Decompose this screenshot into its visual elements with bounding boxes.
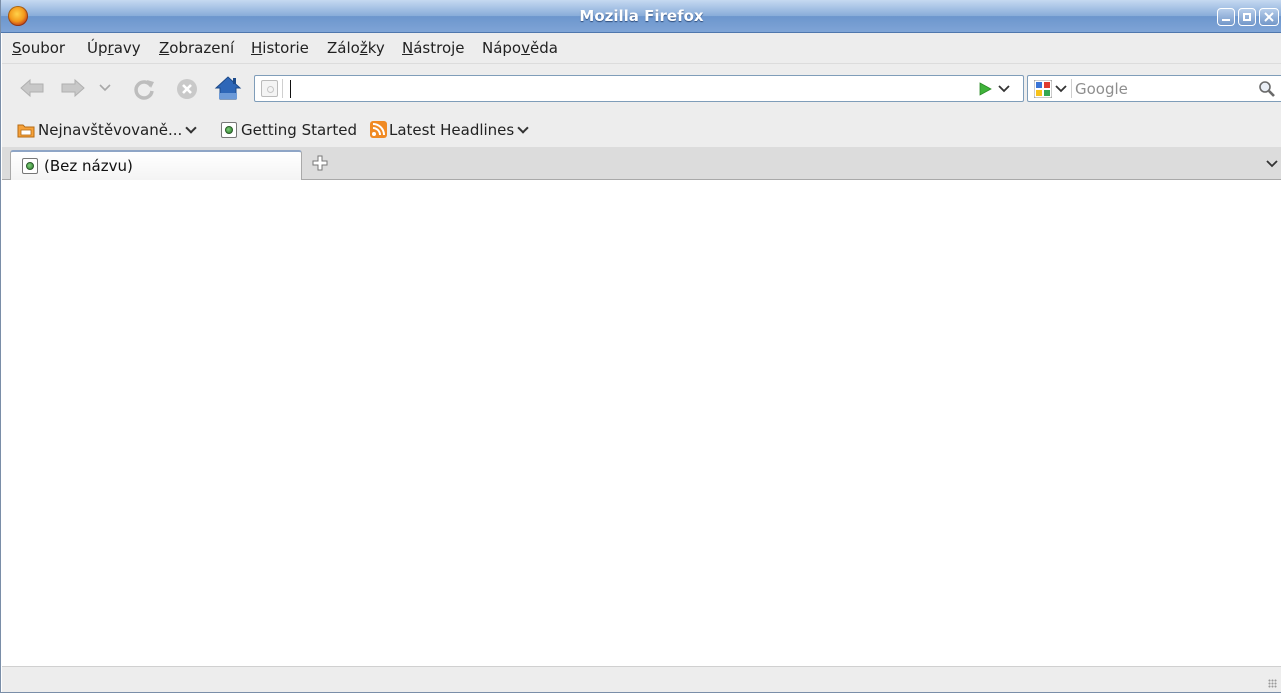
maximize-button[interactable] bbox=[1238, 8, 1256, 26]
page-icon bbox=[221, 122, 237, 138]
tab-bez-nazvu[interactable]: (Bez názvu) bbox=[10, 150, 302, 180]
search-icon[interactable] bbox=[1258, 80, 1276, 98]
tab-label: (Bez názvu) bbox=[44, 157, 133, 175]
close-button[interactable] bbox=[1259, 8, 1279, 26]
menu-soubor[interactable]: Soubor bbox=[12, 33, 65, 64]
stop-icon[interactable] bbox=[175, 77, 199, 101]
history-dropdown-icon[interactable] bbox=[99, 84, 111, 92]
search-separator bbox=[1071, 79, 1072, 98]
home-icon[interactable] bbox=[214, 75, 242, 101]
menu-upravy[interactable]: Úpravy bbox=[87, 33, 141, 64]
minimize-button[interactable] bbox=[1217, 8, 1235, 26]
menu-zobrazeni[interactable]: Zobrazení bbox=[159, 33, 234, 64]
all-tabs-dropdown-icon[interactable] bbox=[1266, 160, 1278, 168]
url-separator bbox=[282, 79, 283, 98]
chevron-down-icon bbox=[185, 122, 197, 134]
bookmark-most-visited[interactable]: Nejnavštěvovaně... bbox=[17, 113, 197, 147]
status-bar bbox=[2, 666, 1281, 692]
rss-icon bbox=[370, 121, 387, 138]
search-engine-dropdown-icon[interactable] bbox=[1055, 85, 1067, 93]
back-icon[interactable] bbox=[19, 78, 45, 98]
forward-icon[interactable] bbox=[60, 78, 86, 98]
search-engine-icon[interactable] bbox=[1034, 80, 1052, 98]
smart-folder-icon bbox=[17, 124, 35, 138]
minimize-icon bbox=[1222, 19, 1230, 21]
title-bar[interactable]: Mozilla Firefox bbox=[1, 0, 1281, 33]
bookmark-getting-started[interactable]: Getting Started bbox=[221, 113, 357, 147]
url-bar[interactable] bbox=[254, 75, 1024, 102]
reload-icon[interactable] bbox=[132, 77, 156, 101]
go-icon[interactable] bbox=[978, 82, 992, 96]
tab-page-icon bbox=[22, 158, 38, 174]
menu-napoveda[interactable]: Nápověda bbox=[482, 33, 558, 64]
menu-historie[interactable]: Historie bbox=[251, 33, 309, 64]
tab-strip: (Bez názvu) bbox=[2, 147, 1281, 180]
page-content[interactable] bbox=[2, 180, 1281, 666]
url-dropdown-icon[interactable] bbox=[998, 85, 1010, 93]
navigation-toolbar bbox=[2, 64, 1281, 113]
search-bar[interactable] bbox=[1027, 75, 1281, 102]
browser-window: Mozilla Firefox Soubor Úpravy Zobrazení … bbox=[0, 0, 1281, 693]
text-caret bbox=[290, 80, 291, 98]
url-input[interactable] bbox=[287, 77, 967, 100]
chevron-down-icon bbox=[517, 122, 529, 134]
bookmarks-toolbar: Nejnavštěvovaně... Getting Started Lates… bbox=[2, 113, 1281, 147]
maximize-icon bbox=[1243, 13, 1251, 21]
menu-nastroje[interactable]: Nástroje bbox=[402, 33, 465, 64]
new-tab-icon[interactable] bbox=[312, 155, 328, 171]
menu-bar: Soubor Úpravy Zobrazení Historie Záložky… bbox=[2, 33, 1281, 64]
window-title: Mozilla Firefox bbox=[579, 7, 704, 25]
site-identity-icon[interactable] bbox=[261, 80, 278, 97]
close-icon bbox=[1264, 12, 1274, 22]
search-input[interactable] bbox=[1075, 77, 1245, 100]
menu-zalozky[interactable]: Záložky bbox=[327, 33, 385, 64]
resize-grip-icon[interactable] bbox=[1268, 679, 1277, 688]
bookmark-latest-headlines[interactable]: Latest Headlines bbox=[370, 113, 529, 147]
